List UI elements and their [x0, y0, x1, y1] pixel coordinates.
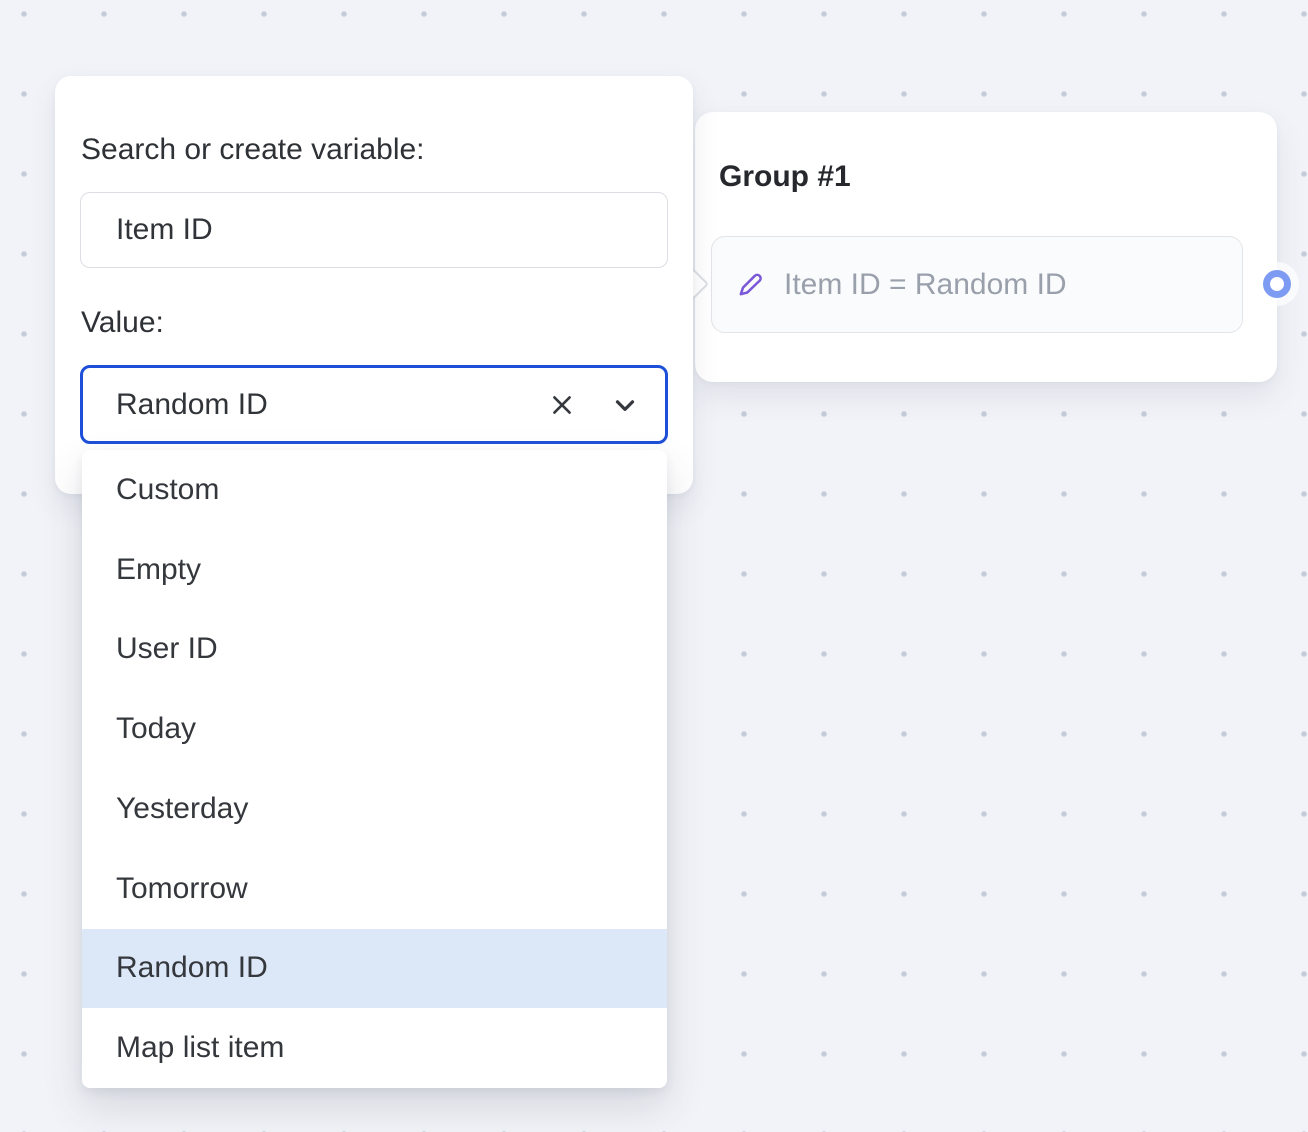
canvas[interactable]: { "colors": { "canvas_bg": "#f1f3f8", "d… [0, 0, 1308, 1132]
value-combobox[interactable]: Random ID [80, 365, 668, 444]
group-field-text: Item ID = Random ID [784, 267, 1067, 303]
clear-button[interactable] [547, 385, 577, 425]
option-empty[interactable]: Empty [82, 530, 667, 610]
value-options-list: CustomEmptyUser IDTodayYesterdayTomorrow… [82, 450, 667, 1088]
chevron-down-icon [610, 390, 640, 420]
option-today[interactable]: Today [82, 689, 667, 769]
clear-icon [549, 392, 575, 418]
option-custom[interactable]: Custom [82, 450, 667, 530]
option-tomorrow[interactable]: Tomorrow [82, 849, 667, 929]
open-dropdown-button[interactable] [610, 385, 640, 425]
search-variable-label: Search or create variable: [81, 131, 425, 169]
connector-ring-icon [1263, 270, 1291, 298]
value-label: Value: [81, 304, 164, 342]
group-title: Group #1 [719, 158, 851, 196]
value-combobox-value: Random ID [116, 388, 268, 422]
option-user-id[interactable]: User ID [82, 610, 667, 690]
connector-port[interactable] [1255, 262, 1299, 306]
group-field[interactable]: Item ID = Random ID [711, 236, 1243, 333]
pencil-icon [736, 270, 765, 299]
variable-name-input[interactable] [80, 192, 668, 268]
variable-editor-popup: Search or create variable: Value: Random… [55, 76, 693, 494]
option-map-list-item[interactable]: Map list item [82, 1008, 667, 1088]
option-yesterday[interactable]: Yesterday [82, 769, 667, 849]
group-card[interactable]: Group #1 Item ID = Random ID [695, 112, 1277, 382]
option-random-id[interactable]: Random ID [82, 929, 667, 1009]
